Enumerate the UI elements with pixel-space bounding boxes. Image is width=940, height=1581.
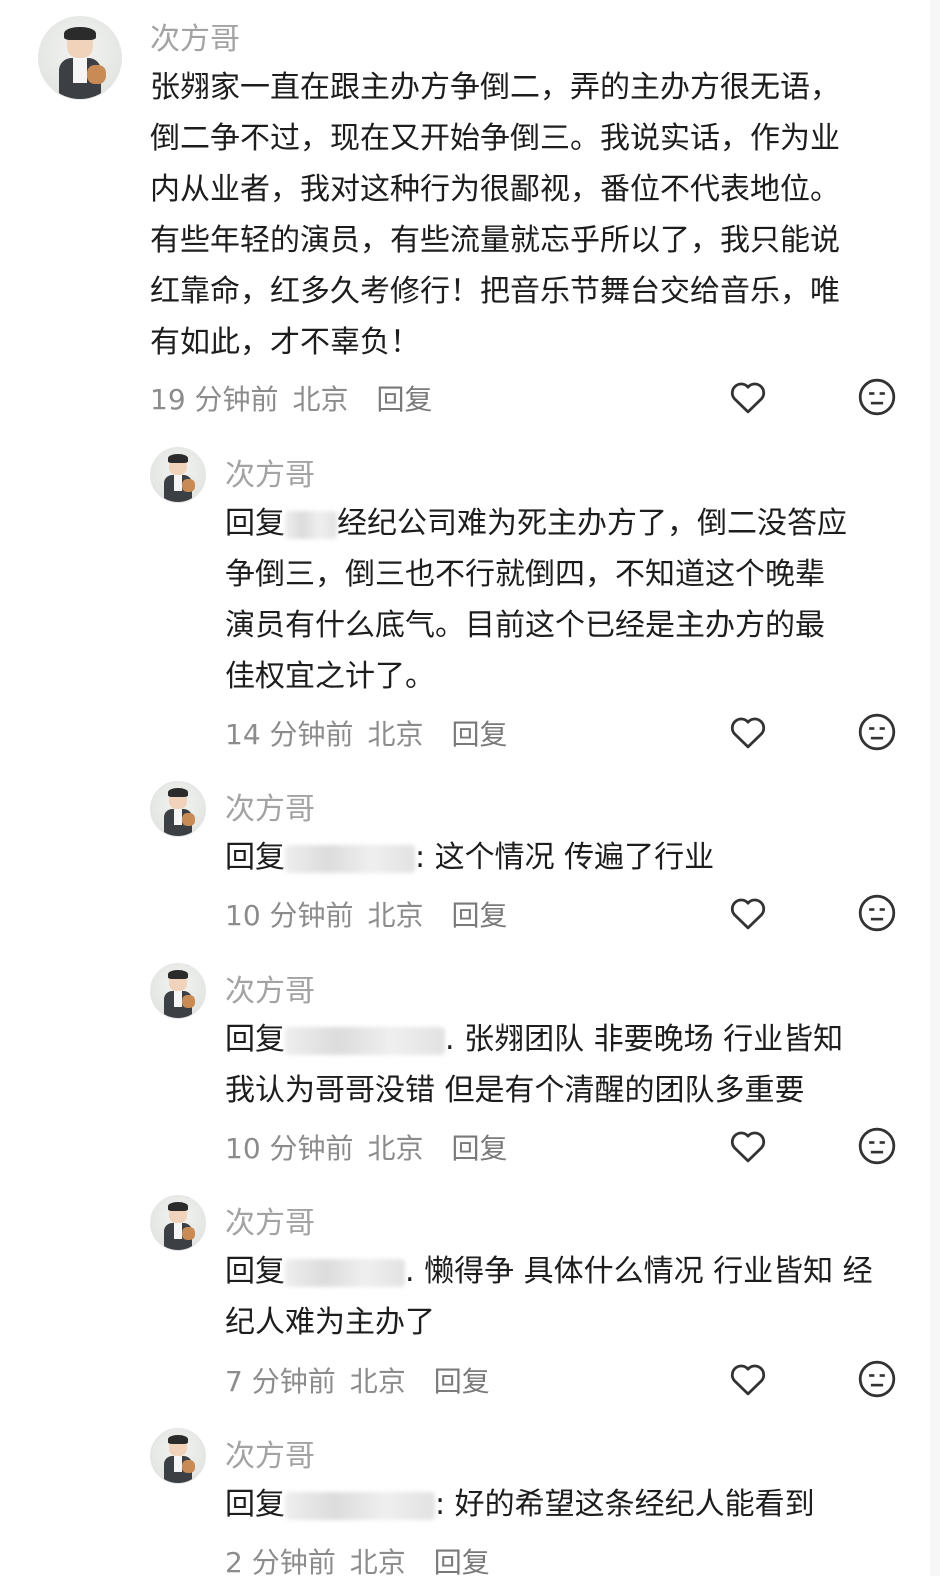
heart-outline-icon[interactable] <box>727 711 769 753</box>
comment-author[interactable]: 次方哥 <box>225 784 315 828</box>
avatar[interactable] <box>150 1195 206 1251</box>
reply-text: . 懒得争 具体什么情况 行业皆知 经 <box>405 1254 873 1289</box>
comment-time: 7 分钟前 <box>225 1365 336 1398</box>
comment-location: 北京 <box>349 1546 406 1579</box>
comment-line: 回复 . 张翙团队 非要晚场 行业皆知 <box>225 1014 843 1065</box>
reply-text: : 好的希望这条经纪人能看到 <box>435 1487 815 1522</box>
comment-time: 2 分钟前 <box>225 1546 336 1579</box>
comment-meta: 14 分钟前 北京 回复 <box>225 713 522 753</box>
avatar[interactable] <box>38 16 122 100</box>
avatar[interactable] <box>150 963 206 1019</box>
heart-outline-icon[interactable] <box>727 376 769 418</box>
meh-face-icon[interactable] <box>856 1125 898 1167</box>
avatar[interactable] <box>150 1428 206 1484</box>
avatar[interactable] <box>150 781 206 837</box>
reply-prefix: 回复 <box>225 1254 285 1289</box>
comment-author[interactable]: 次方哥 <box>225 450 315 494</box>
redacted-username <box>285 1258 405 1287</box>
comment-line: 回复 : 这个情况 传遍了行业 <box>225 832 714 883</box>
avatar[interactable] <box>150 447 206 503</box>
reply-button[interactable]: 回复 <box>434 1546 490 1579</box>
reply-prefix: 回复 <box>225 840 285 875</box>
comment-meta: 19 分钟前 北京 回复 <box>150 378 447 418</box>
reply-prefix: 回复 <box>225 1487 285 1522</box>
reply-text: . 张翙团队 非要晚场 行业皆知 <box>445 1022 844 1057</box>
comment-author[interactable]: 次方哥 <box>225 1198 315 1242</box>
comment-line: 张翙家一直在跟主办方争倒二，弄的主办方很无语， <box>150 70 840 105</box>
comment-author[interactable]: 次方哥 <box>225 966 315 1010</box>
comment-line: 争倒三，倒三也不行就倒四，不知道这个晚辈 <box>225 557 825 592</box>
meh-face-icon[interactable] <box>856 711 898 753</box>
reply-button[interactable]: 回复 <box>452 899 508 932</box>
reply-button[interactable]: 回复 <box>377 383 433 416</box>
comment-line: 倒二争不过，现在又开始争倒三。我说实话，作为业 <box>150 121 840 156</box>
comment-line: 佳权宜之计了。 <box>225 659 435 694</box>
heart-outline-icon[interactable] <box>727 1125 769 1167</box>
comment-meta: 2 分钟前 北京 回复 <box>225 1541 504 1581</box>
comment-meta: 10 分钟前 北京 回复 <box>225 1127 522 1167</box>
meh-face-icon[interactable] <box>856 376 898 418</box>
comment-line: 回复 : 好的希望这条经纪人能看到 <box>225 1479 815 1530</box>
comment-meta: 10 分钟前 北京 回复 <box>225 894 522 934</box>
comment-line: 有些年轻的演员，有些流量就忘乎所以了，我只能说 <box>150 223 840 258</box>
reply-button[interactable]: 回复 <box>452 718 508 751</box>
meh-face-icon[interactable] <box>856 892 898 934</box>
reply-prefix: 回复 <box>225 506 285 541</box>
meh-face-icon[interactable] <box>856 1358 898 1400</box>
reply-button[interactable]: 回复 <box>452 1132 508 1165</box>
reply-prefix: 回复 <box>225 1022 285 1057</box>
comment-line: 回复 . 懒得争 具体什么情况 行业皆知 经 <box>225 1246 873 1297</box>
comment-line: 我认为哥哥没错 但是有个清醒的团队多重要 <box>225 1073 805 1108</box>
redacted-username <box>285 1026 445 1055</box>
reply-text: 经纪公司难为死主办方了，倒二没答应 <box>337 506 847 541</box>
comment-time: 10 分钟前 <box>225 1132 354 1165</box>
comment-location: 北京 <box>367 1132 424 1165</box>
comment-location: 北京 <box>349 1365 406 1398</box>
heart-outline-icon[interactable] <box>727 1358 769 1400</box>
comment-author[interactable]: 次方哥 <box>225 1431 315 1475</box>
comment-line: 内从业者，我对这种行为很鄙视，番位不代表地位。 <box>150 172 840 207</box>
comment-line: 有如此，才不辜负！ <box>150 325 420 360</box>
comment-time: 10 分钟前 <box>225 899 354 932</box>
reply-button[interactable]: 回复 <box>434 1365 490 1398</box>
comment-line: 演员有什么底气。目前这个已经是主办方的最 <box>225 608 825 643</box>
comment-line: 回复 经纪公司难为死主办方了，倒二没答应 <box>225 498 847 549</box>
reply-text: : 这个情况 传遍了行业 <box>415 840 715 875</box>
redacted-username <box>285 1491 435 1520</box>
comment-location: 北京 <box>292 383 349 416</box>
heart-outline-icon[interactable] <box>727 892 769 934</box>
comment-line: 纪人难为主办了 <box>225 1305 435 1340</box>
comment-meta: 7 分钟前 北京 回复 <box>225 1360 504 1400</box>
comment-line: 红靠命，红多久考修行！把音乐节舞台交给音乐，唯 <box>150 274 840 309</box>
comment-time: 14 分钟前 <box>225 718 354 751</box>
comment-location: 北京 <box>367 899 424 932</box>
redacted-username <box>285 510 337 539</box>
comment-location: 北京 <box>367 718 424 751</box>
scrollbar[interactable] <box>930 0 940 1576</box>
comment-author[interactable]: 次方哥 <box>150 14 240 58</box>
comment-time: 19 分钟前 <box>150 383 279 416</box>
redacted-username <box>285 844 415 873</box>
